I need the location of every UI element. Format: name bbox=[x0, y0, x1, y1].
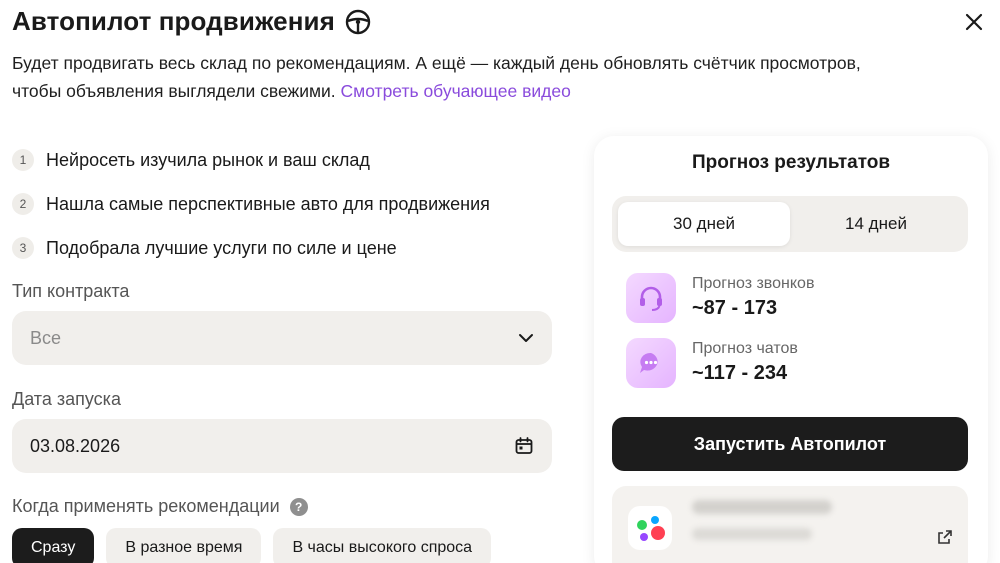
tab-14-days[interactable]: 14 дней bbox=[790, 202, 962, 246]
description: Будет продвигать весь склад по рекоменда… bbox=[12, 49, 892, 105]
launch-date-value: 03.08.2026 bbox=[30, 435, 121, 456]
blurred-text bbox=[692, 528, 812, 540]
step-item: 3 Подобрала лучшие услуги по силе и цене bbox=[12, 226, 490, 270]
step-item: 1 Нейросеть изучила рынок и ваш склад bbox=[12, 138, 490, 182]
calls-forecast-label: Прогноз звонков bbox=[692, 275, 815, 292]
option-immediately[interactable]: Сразу bbox=[12, 528, 95, 563]
blurred-text bbox=[692, 500, 832, 514]
calendar-icon[interactable] bbox=[514, 436, 534, 456]
close-icon[interactable] bbox=[962, 10, 986, 34]
step-number: 1 bbox=[12, 149, 34, 171]
chats-forecast-value: ~117 - 234 bbox=[692, 362, 788, 384]
tutorial-video-link[interactable]: Смотреть обучающее видео bbox=[341, 81, 571, 101]
headset-icon bbox=[626, 273, 676, 323]
option-peak-hours[interactable]: В часы высокого спроса bbox=[273, 528, 492, 563]
calls-forecast-value: ~87 - 173 bbox=[692, 297, 778, 319]
apply-label-text: Когда применять рекомендации bbox=[12, 496, 280, 516]
apply-recommendations-label: Когда применять рекомендации ? bbox=[12, 496, 308, 517]
launch-date-field[interactable]: 03.08.2026 bbox=[12, 419, 552, 473]
step-text: Нейросеть изучила рынок и ваш склад bbox=[46, 149, 370, 170]
external-link-icon[interactable] bbox=[936, 528, 954, 546]
period-tabs: 30 дней 14 дней bbox=[612, 196, 968, 252]
step-item: 2 Нашла самые перспективные авто для про… bbox=[12, 182, 490, 226]
option-different-times[interactable]: В разное время bbox=[106, 528, 262, 563]
help-icon[interactable]: ? bbox=[289, 497, 308, 516]
chats-forecast-label: Прогноз чатов bbox=[692, 340, 798, 357]
launch-autopilot-button[interactable]: Запустить Автопилот bbox=[612, 417, 968, 471]
blurred-contact-card bbox=[612, 486, 968, 563]
tab-30-days[interactable]: 30 дней bbox=[618, 202, 790, 246]
launch-date-label: Дата запуска bbox=[12, 389, 121, 409]
apply-options: Сразу В разное время В часы высокого спр… bbox=[12, 528, 492, 563]
steering-wheel-icon bbox=[345, 9, 371, 34]
forecast-title: Прогноз результатов bbox=[691, 152, 891, 173]
chevron-down-icon bbox=[519, 334, 533, 342]
step-text: Нашла самые перспективные авто для продв… bbox=[46, 193, 490, 214]
step-text: Подобрала лучшие услуги по силе и цене bbox=[46, 237, 397, 258]
chat-bubble-icon bbox=[626, 338, 676, 388]
step-number: 2 bbox=[12, 193, 34, 215]
forecast-panel: Прогноз результатов 30 дней 14 дней Прог… bbox=[594, 136, 988, 563]
contract-type-label: Тип контракта bbox=[12, 281, 130, 301]
step-number: 3 bbox=[12, 237, 34, 259]
chats-forecast: Прогноз чатов ~117 - 234 bbox=[626, 338, 798, 388]
contract-type-select[interactable]: Все bbox=[12, 311, 552, 365]
header: Автопилот продвижения bbox=[12, 6, 371, 37]
calls-forecast: Прогноз звонков ~87 - 173 bbox=[626, 273, 814, 323]
page-title: Автопилот продвижения bbox=[12, 6, 335, 36]
contract-type-value: Все bbox=[30, 327, 62, 348]
app-logo-icon bbox=[628, 506, 672, 550]
steps-list: 1 Нейросеть изучила рынок и ваш склад 2 … bbox=[12, 138, 490, 270]
